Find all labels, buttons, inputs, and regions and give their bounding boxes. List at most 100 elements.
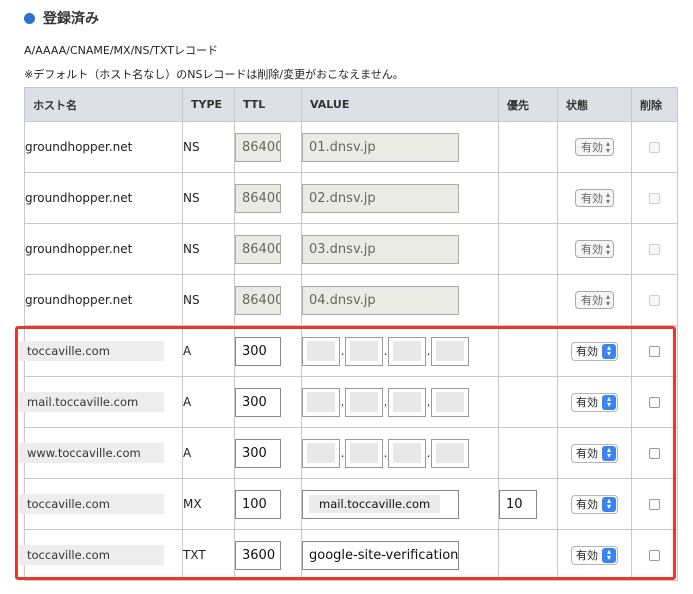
status-cell: 有効 ▴ ▾: [557, 325, 632, 377]
section-title: 登録済み: [43, 11, 99, 27]
delete-cell: [631, 529, 678, 581]
record-type: MX: [183, 497, 202, 511]
host-cell: toccaville.com: [19, 478, 183, 530]
delete-checkbox[interactable]: [649, 550, 660, 561]
priority-cell: [498, 529, 558, 581]
host-cell: mail.toccaville.com: [19, 376, 183, 428]
value-cell: 01.dnsv.jp: [301, 121, 499, 173]
ttl-input[interactable]: 300: [235, 336, 281, 366]
delete-cell: [631, 121, 678, 173]
status-cell: 有効 ▴ ▾: [557, 172, 632, 224]
value-text: mail.toccaville.com: [309, 494, 441, 513]
host-cell: toccaville.com: [19, 529, 183, 581]
ttl-cell: 3600: [234, 529, 302, 581]
type-cell: TXT: [182, 529, 235, 581]
ip-octet-input[interactable]: [431, 336, 469, 366]
host-name: www.toccaville.com: [19, 443, 164, 463]
status-select: 有効 ▴ ▾: [574, 138, 614, 156]
delete-cell: [631, 223, 678, 275]
status-select[interactable]: 有効 ▴ ▾: [571, 392, 618, 412]
delete-checkbox[interactable]: [649, 448, 660, 459]
delete-cell: [631, 172, 678, 224]
ttl-cell: 86400: [234, 223, 302, 275]
priority-input[interactable]: 10: [499, 489, 537, 519]
host-name: toccaville.com: [19, 341, 164, 361]
delete-cell: [631, 274, 678, 326]
status-select: 有効 ▴ ▾: [574, 240, 614, 258]
description-line-1: A/AAAA/CNAME/MX/NS/TXTレコード: [24, 44, 218, 57]
table-row: www.toccaville.com A 300 . . . 有効 ▴ ▾: [19, 427, 678, 479]
table-header-row: ホスト名 TYPE TTL VALUE 優先 状態 削除: [24, 87, 678, 122]
dns-records-table: ホスト名 TYPE TTL VALUE 優先 状態 削除 groundhoppe…: [19, 87, 678, 581]
status-cell: 有効 ▴ ▾: [557, 427, 632, 479]
host-name: groundhopper.net: [25, 191, 133, 205]
delete-checkbox[interactable]: [649, 499, 660, 510]
status-cell: 有効 ▴ ▾: [557, 529, 632, 581]
host-name: groundhopper.net: [25, 140, 133, 154]
header-delete: 削除: [631, 87, 678, 122]
status-value: 有効: [580, 243, 603, 256]
status-value: 有効: [576, 396, 598, 409]
type-cell: NS: [182, 172, 235, 224]
delete-checkbox[interactable]: [649, 397, 660, 408]
ip-octet-input[interactable]: [302, 336, 340, 366]
ip-octet-input[interactable]: [388, 387, 426, 417]
updown-chevron-icon: ▴ ▾: [602, 343, 616, 359]
delete-checkbox: [649, 244, 660, 255]
ttl-cell: 86400: [234, 172, 302, 224]
ip-octet-input[interactable]: [345, 336, 383, 366]
ttl-cell: 86400: [234, 121, 302, 173]
host-cell: groundhopper.net: [24, 121, 183, 173]
table-row: toccaville.com MX 100 mail.toccaville.com 10…: [19, 478, 678, 530]
status-cell: 有効 ▴ ▾: [557, 223, 632, 275]
value-input[interactable]: google-site-verification=\: [302, 540, 459, 570]
table-row: toccaville.com A 300 . . . 有効 ▴ ▾: [19, 325, 678, 377]
status-select[interactable]: 有効 ▴ ▾: [571, 545, 618, 565]
value-input[interactable]: mail.toccaville.com: [302, 489, 459, 519]
status-value: 有効: [576, 549, 598, 562]
ttl-input[interactable]: 3600: [235, 540, 281, 570]
ip-octet-input[interactable]: [302, 387, 340, 417]
ttl-input[interactable]: 300: [235, 387, 281, 417]
delete-checkbox[interactable]: [649, 346, 660, 357]
header-ttl: TTL: [234, 87, 302, 122]
host-name: groundhopper.net: [25, 242, 133, 256]
delete-cell: [631, 376, 678, 428]
ttl-input: 86400: [235, 234, 281, 264]
status-select[interactable]: 有効 ▴ ▾: [571, 443, 618, 463]
host-name: toccaville.com: [19, 545, 164, 565]
ip-octet-input[interactable]: [345, 387, 383, 417]
value-cell: 03.dnsv.jp: [301, 223, 499, 275]
updown-chevron-icon: ▴ ▾: [602, 445, 616, 461]
updown-chevron-icon: ▴ ▾: [602, 394, 616, 410]
ip-address-input: . . .: [302, 387, 469, 417]
record-type: NS: [183, 293, 200, 307]
host-name: mail.toccaville.com: [19, 392, 164, 412]
ttl-input[interactable]: 300: [235, 438, 281, 468]
header-host: ホスト名: [24, 87, 183, 122]
ttl-input[interactable]: 100: [235, 489, 281, 519]
record-type: TXT: [183, 548, 206, 562]
delete-cell: [631, 427, 678, 479]
value-input: 02.dnsv.jp: [302, 183, 459, 213]
record-type: A: [183, 446, 192, 460]
type-cell: A: [182, 427, 235, 479]
type-cell: A: [182, 325, 235, 377]
value-cell: . . .: [301, 427, 499, 479]
status-select[interactable]: 有効 ▴ ▾: [571, 494, 618, 514]
status-cell: 有効 ▴ ▾: [557, 376, 632, 428]
ttl-cell: 86400: [234, 274, 302, 326]
ip-octet-input[interactable]: [388, 336, 426, 366]
ttl-cell: 300: [234, 325, 302, 377]
header-type: TYPE: [182, 87, 235, 122]
header-status: 状態: [557, 87, 632, 122]
host-cell: groundhopper.net: [24, 223, 183, 275]
ip-octet-input[interactable]: [345, 438, 383, 468]
ip-octet-input[interactable]: [388, 438, 426, 468]
ip-octet-input[interactable]: [302, 438, 340, 468]
status-select[interactable]: 有効 ▴ ▾: [571, 341, 618, 361]
ip-octet-input[interactable]: [431, 387, 469, 417]
ip-octet-input[interactable]: [431, 438, 469, 468]
ttl-input: 86400: [235, 285, 281, 315]
value-input: 01.dnsv.jp: [302, 132, 459, 162]
